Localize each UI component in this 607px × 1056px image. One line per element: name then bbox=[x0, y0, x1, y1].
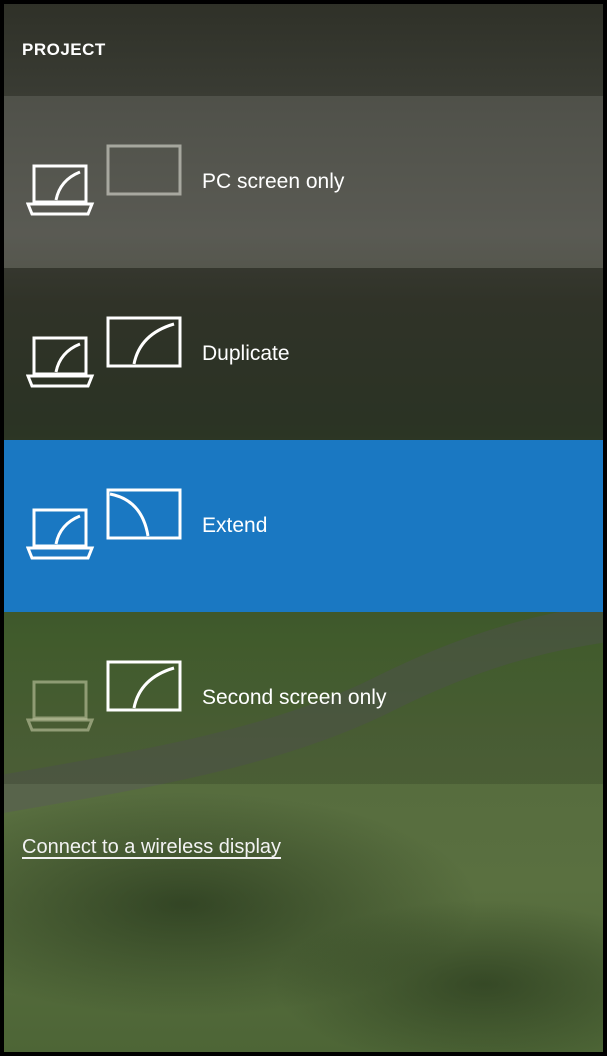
second-screen-only-icon bbox=[26, 660, 182, 732]
pc-screen-only-icon bbox=[26, 144, 182, 216]
option-label: Extend bbox=[202, 514, 268, 537]
duplicate-icon bbox=[26, 316, 182, 388]
option-label: Second screen only bbox=[202, 686, 387, 709]
panel-title: PROJECT bbox=[22, 40, 106, 59]
extend-icon bbox=[26, 488, 182, 560]
option-duplicate[interactable]: Duplicate bbox=[4, 268, 603, 440]
option-label: PC screen only bbox=[202, 170, 345, 193]
option-pc-screen-only[interactable]: PC screen only bbox=[4, 96, 603, 268]
connect-wireless-display-link[interactable]: Connect to a wireless display bbox=[22, 836, 281, 859]
option-label: Duplicate bbox=[202, 342, 290, 365]
option-extend[interactable]: Extend bbox=[4, 440, 603, 612]
project-panel: PROJECT PC screen only Duplicate Extend … bbox=[4, 4, 603, 1052]
option-second-screen-only[interactable]: Second screen only bbox=[4, 612, 603, 784]
